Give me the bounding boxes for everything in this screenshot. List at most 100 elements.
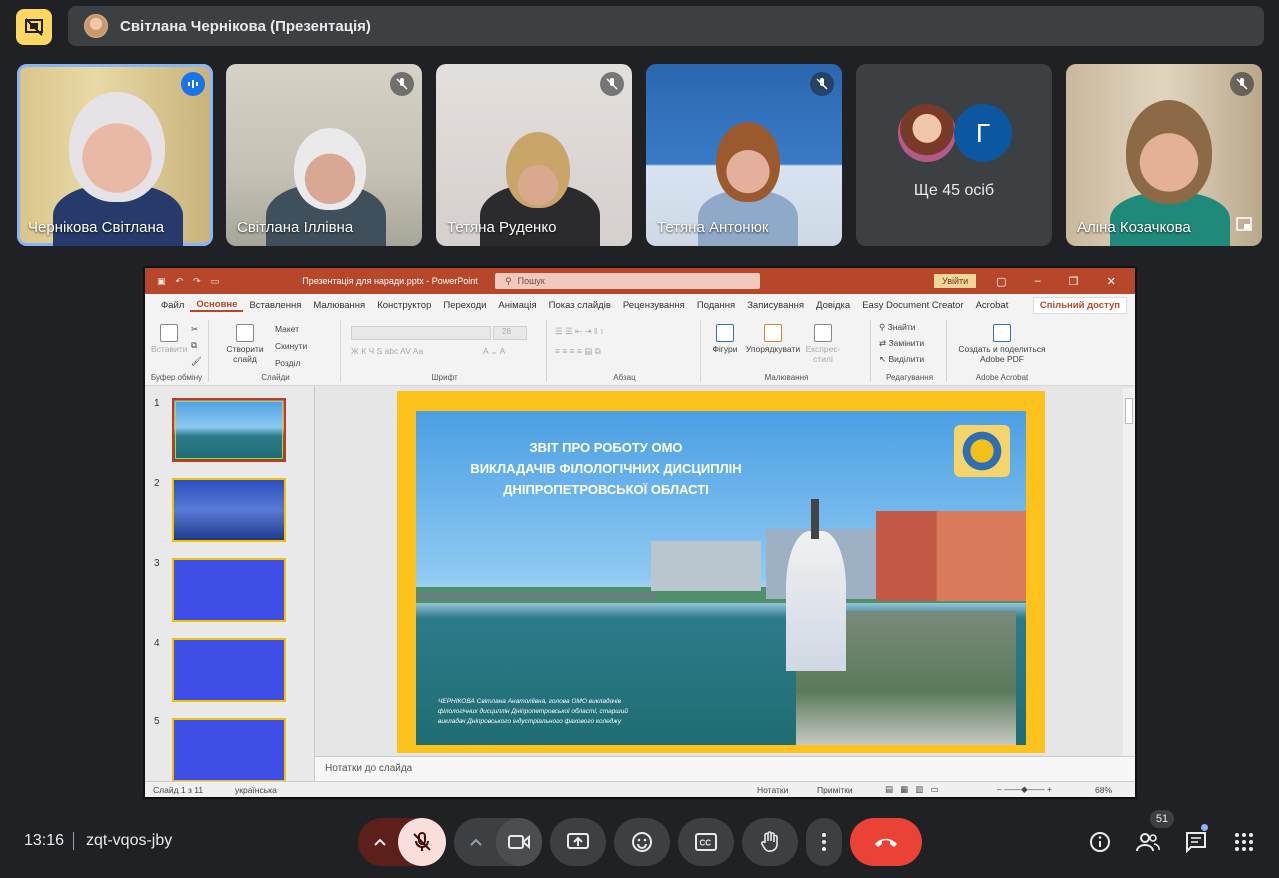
- slide-thumbnail[interactable]: [172, 558, 286, 622]
- shapes-icon: [716, 324, 734, 342]
- ppt-search[interactable]: ⚲ Пошук: [495, 273, 760, 289]
- cut-icon[interactable]: ✂: [191, 324, 198, 335]
- font-format-icons[interactable]: Ж К Ч S abc AV Aa: [351, 346, 423, 356]
- presenter-bar: Світлана Чернікова (Презентація): [68, 6, 1264, 46]
- mic-off-button[interactable]: [398, 818, 446, 866]
- slide-thumbnail[interactable]: [172, 478, 286, 542]
- section-button[interactable]: Розділ: [275, 358, 300, 368]
- language-indicator[interactable]: українська: [235, 785, 277, 795]
- zoom-slider[interactable]: – ——◆—— +: [997, 784, 1052, 795]
- reset-button[interactable]: Скинути: [275, 341, 307, 351]
- group-name: Малювання: [764, 373, 809, 382]
- camera-button[interactable]: [496, 818, 542, 866]
- format-painter-icon[interactable]: 🖌: [191, 356, 202, 367]
- slide-edit-area: ЗВІТ ПРО РОБОТУ ОМО ВИКЛАДАЧІВ ФІЛОЛОГІЧ…: [315, 386, 1135, 756]
- align-icons[interactable]: ≡ ≡ ≡ ≡ ▤ ⧉: [555, 346, 601, 357]
- notes-pane[interactable]: Нотатки до слайда: [315, 756, 1135, 781]
- undo-icon[interactable]: ↶: [176, 276, 184, 287]
- mic-options-chevron-icon[interactable]: [358, 818, 402, 866]
- chat-button[interactable]: [1182, 828, 1210, 856]
- arrange-button[interactable]: Упорядкувати: [743, 324, 803, 354]
- menu-tab[interactable]: Малювання: [307, 300, 371, 311]
- group-name: Абзац: [613, 373, 636, 382]
- layout-button[interactable]: Макет: [275, 324, 299, 334]
- notes-toggle[interactable]: Нотатки: [757, 785, 788, 795]
- copy-icon[interactable]: ⧉: [191, 340, 197, 351]
- leave-call-button[interactable]: [850, 818, 922, 866]
- people-count-badge: 51: [1150, 810, 1174, 828]
- people-icon: [1136, 833, 1160, 852]
- participant-tile[interactable]: Світлана Іллівна: [226, 64, 422, 246]
- participant-tile[interactable]: Чернікова Світлана: [17, 64, 213, 246]
- quick-styles-button[interactable]: Експрес-стилі: [803, 324, 843, 364]
- raise-hand-button[interactable]: [742, 818, 798, 866]
- people-button[interactable]: [1134, 828, 1162, 856]
- participant-tile[interactable]: Аліна Козачкова: [1066, 64, 1262, 246]
- font-size-select[interactable]: 28: [493, 326, 527, 340]
- more-participants-tile[interactable]: Г Ще 45 осіб: [856, 64, 1052, 246]
- save-icon[interactable]: ▣: [157, 276, 166, 287]
- participant-tile[interactable]: Тетяна Руденко: [436, 64, 632, 246]
- share-button[interactable]: Спільний доступ: [1032, 296, 1127, 314]
- more-participants-label: Ще 45 осіб: [913, 182, 995, 199]
- slide-frame: ЗВІТ ПРО РОБОТУ ОМО ВИКЛАДАЧІВ ФІЛОЛОГІЧ…: [397, 391, 1045, 753]
- activities-button[interactable]: [1230, 828, 1258, 856]
- font-color-icon[interactable]: A ⌄ A: [483, 346, 505, 357]
- menu-tab[interactable]: Файл: [155, 300, 190, 311]
- slide-thumbnails-pane: 1 2 3 4 5: [145, 386, 315, 781]
- create-pdf-button[interactable]: Создать и поделиться Adobe PDF: [953, 324, 1051, 364]
- paste-button[interactable]: Вставити: [151, 324, 187, 354]
- redo-icon[interactable]: ↷: [193, 276, 201, 287]
- vertical-scrollbar[interactable]: [1123, 388, 1135, 756]
- view-icons[interactable]: ▤ ▦ ▥ ▭: [885, 784, 938, 795]
- menu-tab[interactable]: Анімація: [492, 300, 542, 311]
- menu-tab[interactable]: Записування: [741, 300, 810, 311]
- more-options-button[interactable]: [806, 818, 842, 866]
- participant-tile[interactable]: Тетяна Антонюк: [646, 64, 842, 246]
- thumb-number: 5: [154, 716, 160, 727]
- presentation-toggle-icon[interactable]: [16, 9, 52, 45]
- minimize-icon[interactable]: –: [1035, 275, 1041, 288]
- maximize-icon[interactable]: ❐: [1069, 275, 1079, 288]
- slide-subtitle-line: ЧЕРНІКОВА Світлана Анатоліївна, голова О…: [438, 698, 622, 705]
- microphone-control: [358, 818, 446, 866]
- menu-tab[interactable]: Подання: [691, 300, 741, 311]
- find-button[interactable]: ⚲ Знайти: [879, 322, 916, 333]
- meeting-info-button[interactable]: [1086, 828, 1114, 856]
- font-family-select[interactable]: [351, 326, 491, 340]
- captions-button[interactable]: CC: [678, 818, 734, 866]
- menu-tab[interactable]: Рецензування: [617, 300, 691, 311]
- replace-button[interactable]: ⇄ Замінити: [879, 338, 924, 349]
- ribbon: Вставити ✂ ⧉ 🖌 Буфер обміну Створити сла…: [145, 316, 1135, 386]
- reactions-button[interactable]: [614, 818, 670, 866]
- group-name: Adobe Acrobat: [975, 373, 1029, 382]
- slide-thumbnail[interactable]: [172, 398, 286, 462]
- menu-tab[interactable]: Переходи: [437, 300, 492, 311]
- menu-tab-active[interactable]: Основне: [190, 299, 244, 312]
- present-icon[interactable]: ▭: [211, 276, 220, 287]
- menu-tab[interactable]: Конструктор: [371, 300, 437, 311]
- new-slide-button[interactable]: Створити слайд: [221, 324, 269, 364]
- camera-options-chevron-icon[interactable]: [454, 818, 498, 866]
- search-icon: ⚲: [505, 275, 512, 286]
- close-icon[interactable]: ✕: [1107, 275, 1116, 288]
- present-screen-button[interactable]: [550, 818, 606, 866]
- menu-tab[interactable]: Вставлення: [243, 300, 307, 311]
- menu-tab[interactable]: Acrobat: [970, 300, 1015, 311]
- select-button[interactable]: ↖ Виділити: [879, 354, 924, 365]
- shapes-button[interactable]: Фігури: [707, 324, 743, 354]
- comments-toggle[interactable]: Примітки: [817, 785, 853, 795]
- current-slide[interactable]: ЗВІТ ПРО РОБОТУ ОМО ВИКЛАДАЧІВ ФІЛОЛОГІЧ…: [416, 411, 1026, 745]
- zoom-level[interactable]: 68%: [1095, 785, 1112, 795]
- menu-tab[interactable]: Довідка: [810, 300, 856, 311]
- slide-thumbnail[interactable]: [172, 718, 286, 781]
- slide-thumbnail[interactable]: [172, 638, 286, 702]
- signin-button[interactable]: Увійти: [934, 274, 977, 288]
- ribbon-display-icon[interactable]: ▢: [996, 275, 1006, 288]
- menu-tab[interactable]: Показ слайдів: [543, 300, 617, 311]
- participant-name: Світлана Іллівна: [237, 219, 354, 236]
- participant-name: Тетяна Антонюк: [657, 219, 769, 236]
- list-icons[interactable]: ☰ ☰ ⇤ ⇥ ‖ ↕: [555, 326, 604, 337]
- menu-tab[interactable]: Easy Document Creator: [856, 300, 969, 311]
- picture-in-picture-icon[interactable]: [1236, 217, 1252, 236]
